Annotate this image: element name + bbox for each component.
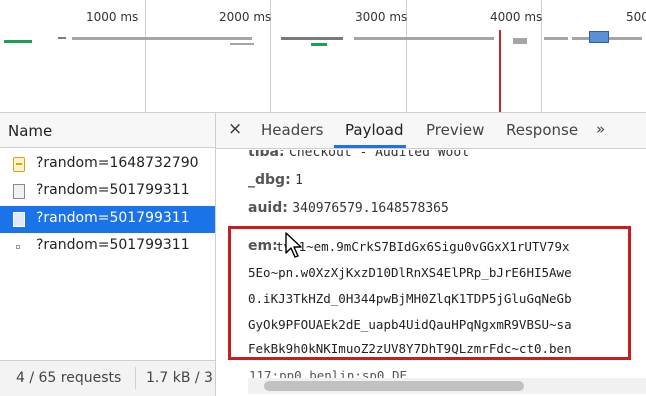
- timeline-bar: [354, 37, 494, 40]
- request-details-panel: × Headers Payload Preview Response » tib…: [216, 113, 646, 396]
- timeline-bar: [544, 37, 568, 40]
- param-key: _dbg:: [248, 172, 291, 188]
- timeline-bar: [230, 43, 254, 45]
- dot-icon: [16, 245, 20, 249]
- tab-headers[interactable]: Headers: [261, 121, 323, 139]
- param-value: 340976579.1648578365: [292, 201, 449, 216]
- timeline-gridline: [145, 0, 146, 112]
- request-name: ?random=501799311: [36, 237, 190, 253]
- tab-response[interactable]: Response: [506, 121, 578, 139]
- details-tab-bar: × Headers Payload Preview Response »: [216, 113, 646, 149]
- request-name: ?random=1648732790: [36, 155, 199, 171]
- request-count: 4 / 65 requests: [16, 370, 122, 386]
- timeline-tick-label: 500: [626, 10, 646, 24]
- divider: [135, 367, 136, 389]
- request-row[interactable]: ?random=501799311: [0, 178, 215, 205]
- close-icon[interactable]: ×: [228, 119, 242, 139]
- param-value-line: tv.1~em.9mCrkS7BIdGx6Sigu0vGGxX1rUTV79x: [276, 239, 570, 254]
- timeline-tick-label: 2000 ms: [219, 10, 272, 24]
- tab-payload[interactable]: Payload: [345, 121, 404, 139]
- timeline-tick-label: 3000 ms: [355, 10, 408, 24]
- document-icon: [13, 184, 25, 199]
- param-dbg: _dbg: 1: [248, 172, 303, 188]
- param-value-line: 5Eo~pn.w0XzXjKxzD10DlRnXS4ElPRp_bJrE6HI5…: [248, 265, 572, 280]
- request-list-panel: Name ?random=1648732790 ?random=50179931…: [0, 113, 216, 396]
- timeline-bar: [281, 37, 343, 40]
- timeline-bar: [311, 43, 327, 46]
- request-name: ?random=501799311: [36, 182, 190, 198]
- more-tabs-icon[interactable]: »: [596, 120, 605, 138]
- param-key: auid:: [248, 200, 288, 216]
- param-key: em:: [248, 238, 278, 254]
- request-name: ?random=501799311: [36, 210, 190, 226]
- param-value-line: 0.iKJ3TkHZd_0H344pwBjMH0ZlqK1TDP5jGluGqN…: [248, 291, 572, 306]
- timeline-bar: [513, 38, 527, 44]
- timeline-bar: [58, 37, 66, 39]
- load-event-marker: [499, 30, 501, 112]
- horizontal-scrollbar[interactable]: [248, 378, 646, 394]
- param-value-line: GyOk9PFOUAEk2dE_uapb4UidQauHPqNgxmR9VBSU…: [248, 317, 572, 332]
- request-row[interactable]: ?random=1648732790: [0, 151, 215, 178]
- document-icon: [13, 212, 25, 227]
- request-row-selected[interactable]: ?random=501799311: [0, 206, 215, 233]
- name-column-header[interactable]: Name: [0, 113, 215, 148]
- timeline-bar: [72, 37, 252, 40]
- transfer-size: 1.7 kB / 3: [146, 370, 213, 386]
- param-value: 1: [295, 173, 303, 188]
- timeline-selected-request: [589, 31, 609, 43]
- mouse-cursor-icon: [285, 232, 302, 258]
- name-column-label: Name: [8, 122, 53, 140]
- timeline-bar: [4, 40, 32, 43]
- payload-view: tiba: Checkout - Audited Wool _dbg: 1 au…: [216, 150, 646, 396]
- timeline-tick-label: 1000 ms: [86, 10, 139, 24]
- status-bar: 4 / 65 requests 1.7 kB / 3: [0, 360, 215, 396]
- param-value-line: FekBk9h0kNKImuoZ2zUV8Y7DhT9QLzmrFdc~ct0.…: [248, 341, 572, 356]
- network-timeline[interactable]: 1000 ms 2000 ms 3000 ms 4000 ms 500: [0, 0, 646, 112]
- param-auid: auid: 340976579.1648578365: [248, 200, 449, 216]
- request-row[interactable]: ?random=501799311: [0, 233, 215, 260]
- script-icon: [13, 157, 25, 172]
- param-value: Checkout - Audited Wool: [289, 150, 470, 160]
- param-key: tiba:: [248, 150, 285, 160]
- timeline-tick-label: 4000 ms: [490, 10, 543, 24]
- active-tab-indicator: [334, 145, 406, 148]
- tab-preview[interactable]: Preview: [426, 121, 484, 139]
- param-tiba: tiba: Checkout - Audited Wool: [248, 150, 469, 160]
- scrollbar-thumb[interactable]: [264, 381, 524, 391]
